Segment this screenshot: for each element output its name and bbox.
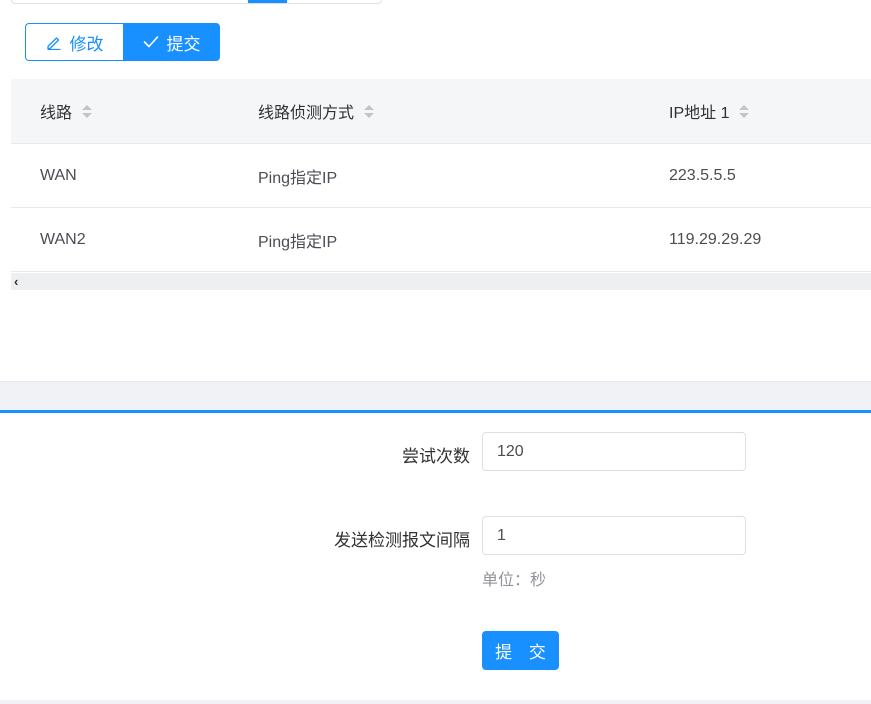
action-button-group: 修改 提交	[25, 23, 220, 61]
submit-top-button[interactable]: 提交	[123, 23, 220, 61]
column-header-detect-method[interactable]: 线路侦测方式	[258, 99, 375, 123]
sort-icon[interactable]	[364, 104, 375, 118]
segment-active[interactable]	[248, 0, 286, 3]
edit-button[interactable]: 修改	[25, 23, 123, 61]
line-detection-table: 线路 线路侦测方式 IP地址 1 WAN Ping指定IP 223.5.5.5 …	[11, 79, 871, 272]
table-row[interactable]: WAN2 Ping指定IP 119.29.29.29	[11, 208, 871, 272]
submit-top-button-label: 提交	[166, 34, 201, 54]
sort-icon[interactable]	[739, 104, 750, 118]
retry-count-input[interactable]: 120	[482, 432, 746, 471]
cell-ip1: 223.5.5.5	[669, 166, 736, 184]
segment-divider	[286, 0, 287, 3]
horizontal-scrollbar[interactable]: ‹	[11, 273, 871, 290]
chevron-left-icon[interactable]: ‹	[14, 275, 18, 288]
check-icon	[143, 35, 159, 49]
detect-interval-label: 发送检测报文间隔	[334, 531, 470, 550]
cell-line: WAN2	[40, 230, 86, 248]
bottom-divider	[0, 700, 871, 704]
cell-detect-method: Ping指定IP	[258, 169, 338, 187]
column-header-label: IP地址 1	[669, 105, 730, 122]
submit-button[interactable]: 提 交	[482, 631, 559, 670]
column-header-line[interactable]: 线路	[40, 99, 93, 123]
retry-count-label: 尝试次数	[402, 447, 470, 466]
column-header-label: 线路	[40, 105, 73, 122]
segmented-control-fragment[interactable]	[11, 0, 382, 4]
detect-interval-input[interactable]: 1	[482, 516, 746, 555]
table-row[interactable]: WAN Ping指定IP 223.5.5.5	[11, 144, 871, 208]
section-divider-band	[0, 381, 871, 410]
cell-detect-method: Ping指定IP	[258, 233, 338, 251]
cell-ip1: 119.29.29.29	[669, 230, 762, 248]
sort-icon[interactable]	[82, 104, 93, 118]
cell-line: WAN	[40, 166, 77, 184]
column-header-label: 线路侦测方式	[258, 105, 355, 122]
edit-button-label: 修改	[69, 34, 104, 54]
interval-unit-hint: 单位：秒	[482, 572, 547, 589]
section-accent-line	[0, 410, 871, 413]
table-header: 线路 线路侦测方式 IP地址 1	[11, 79, 871, 144]
column-header-ip1[interactable]: IP地址 1	[669, 99, 750, 123]
edit-icon	[46, 34, 62, 50]
